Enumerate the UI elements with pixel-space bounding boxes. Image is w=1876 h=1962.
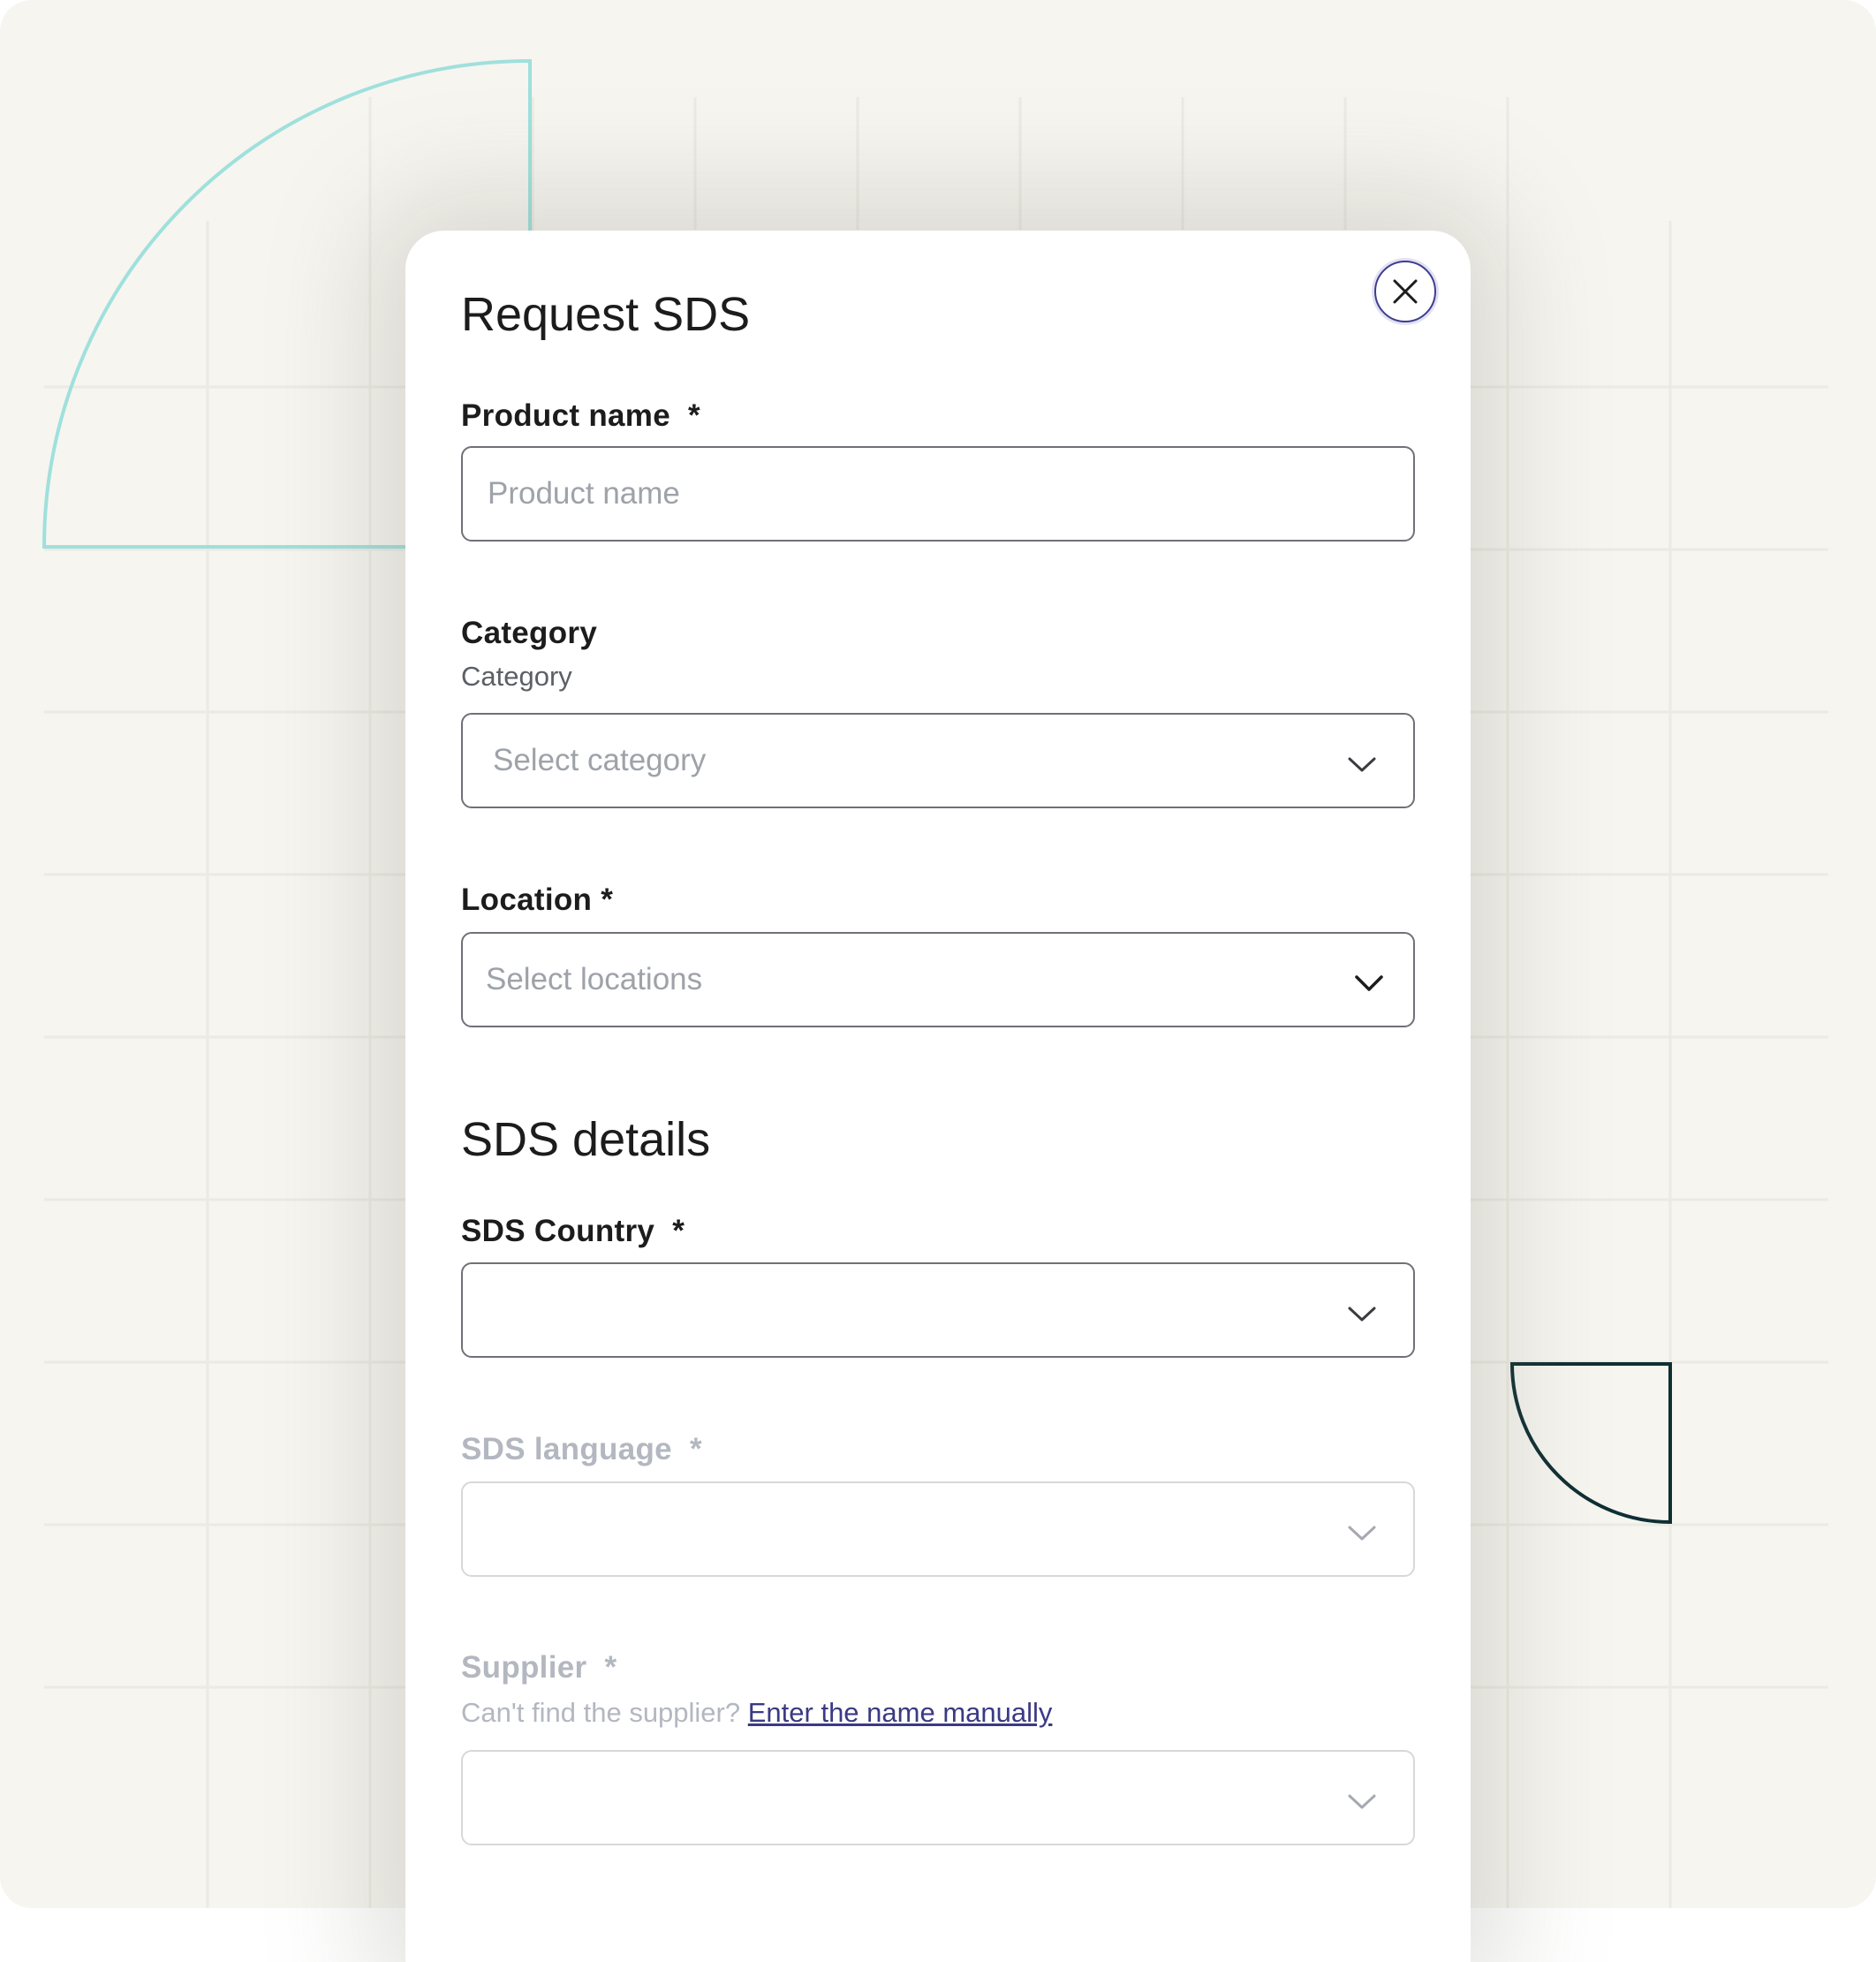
- supplier-label: Supplier *: [461, 1650, 617, 1685]
- category-label: Category: [461, 616, 598, 650]
- supplier-select[interactable]: [461, 1750, 1415, 1845]
- required-asterisk: *: [672, 1214, 685, 1248]
- dialog-title: Request SDS: [461, 288, 751, 341]
- required-asterisk: *: [688, 398, 700, 433]
- required-asterisk: *: [690, 1432, 702, 1466]
- enter-supplier-manually-link[interactable]: Enter the name manually: [748, 1697, 1053, 1728]
- chevron-down-icon: [1348, 757, 1376, 772]
- sds-country-select[interactable]: [461, 1262, 1415, 1358]
- chevron-down-icon: [1348, 1794, 1376, 1809]
- location-label: Location *: [461, 883, 614, 917]
- chevron-down-icon: [1355, 975, 1383, 991]
- location-placeholder: Select locations: [486, 962, 703, 996]
- product-name-label: Product name *: [461, 398, 700, 433]
- category-placeholder: Select category: [493, 743, 707, 777]
- supplier-helper-text: Can't find the supplier? Enter the name …: [461, 1697, 1053, 1728]
- close-icon: [1393, 279, 1418, 304]
- required-asterisk: *: [604, 1650, 617, 1685]
- product-name-field[interactable]: [461, 446, 1415, 542]
- category-select[interactable]: Select category: [461, 713, 1415, 808]
- sds-country-label: SDS Country *: [461, 1214, 685, 1248]
- sds-language-label: SDS language *: [461, 1432, 702, 1466]
- chevron-down-icon: [1348, 1307, 1376, 1322]
- close-button[interactable]: [1374, 261, 1436, 322]
- category-helper-text: Category: [461, 661, 572, 692]
- sds-language-select[interactable]: [461, 1481, 1415, 1577]
- dark-quarter-circle-decoration: [1509, 1362, 1672, 1525]
- location-select[interactable]: Select locations: [461, 932, 1415, 1027]
- chevron-down-icon: [1348, 1526, 1376, 1541]
- required-asterisk: *: [601, 883, 614, 917]
- sds-details-heading: SDS details: [461, 1113, 711, 1166]
- product-name-input[interactable]: [463, 448, 1413, 540]
